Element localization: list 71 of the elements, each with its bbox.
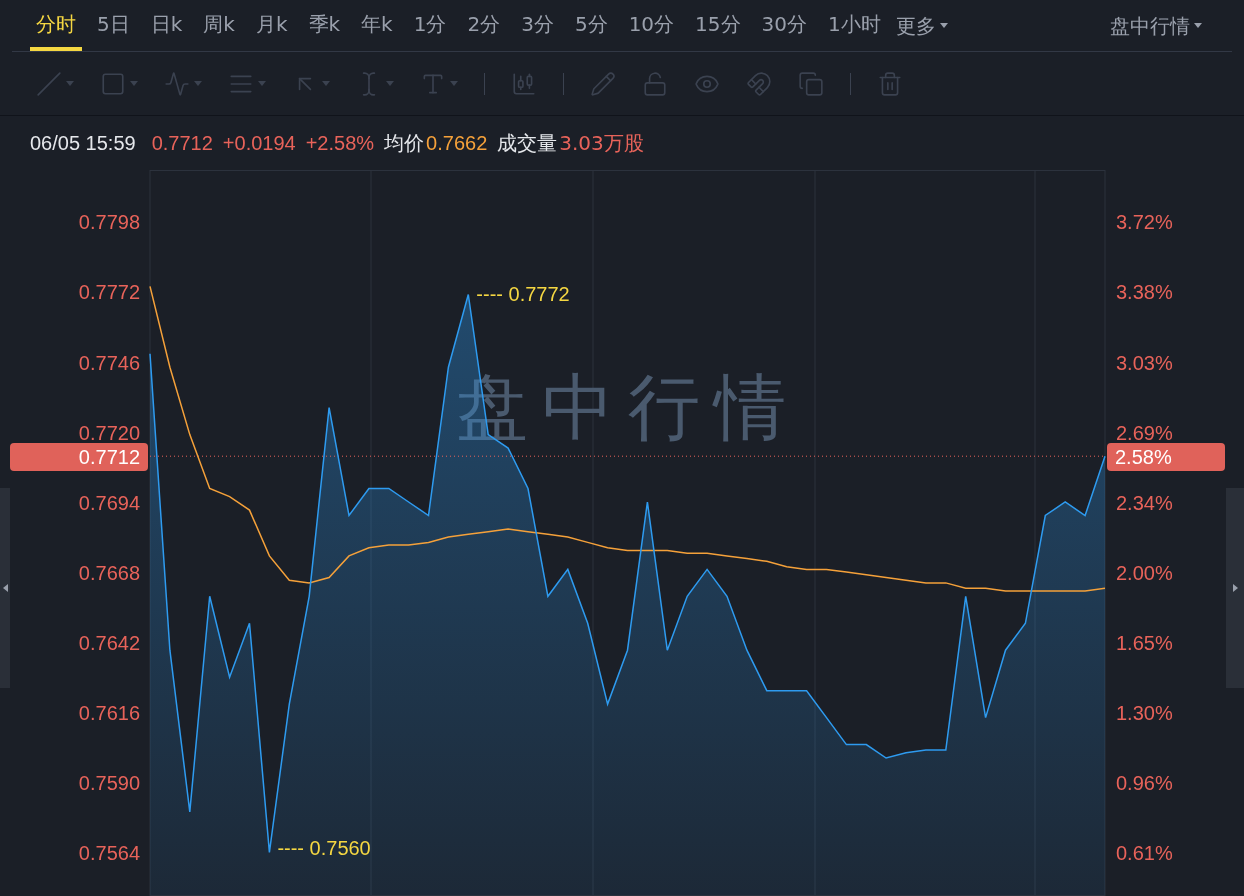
price-axis-label: 0.7720	[78, 421, 140, 444]
line-tool-icon[interactable]	[36, 70, 62, 97]
candlestick-icon[interactable]	[511, 70, 537, 97]
period-tab[interactable]: 1分	[407, 0, 453, 51]
period-tab[interactable]: 10分	[622, 0, 681, 51]
price-axis-label: 0.7642	[78, 631, 140, 654]
price-axis-label: 0.7694	[78, 491, 140, 514]
period-tab[interactable]: 30分	[755, 0, 813, 51]
quote-change: +0.0194	[222, 131, 296, 156]
period-tab[interactable]: 年k	[355, 0, 399, 51]
price-axis-label: 0.7746	[78, 351, 140, 374]
price-axis-label: 0.7616	[78, 701, 140, 724]
volume-label: 成交量	[497, 130, 558, 157]
current-percent-tag: 2.58%	[1107, 443, 1225, 472]
quote-change-percent: +2.58%	[305, 131, 375, 156]
left-arrow-icon	[2, 584, 8, 592]
period-tab[interactable]: 5分	[568, 0, 614, 51]
price-axis-label: 0.7590	[78, 772, 140, 794]
average-price-value: 0.7662	[426, 131, 488, 156]
caret-icon	[322, 81, 330, 86]
pencil-icon[interactable]	[590, 70, 616, 97]
price-axis-label: 0.7564	[78, 842, 140, 865]
rectangle-icon[interactable]	[100, 70, 126, 97]
percent-axis-label: 2.34%	[1116, 491, 1173, 514]
quote-datetime: 06/05 15:59	[30, 131, 136, 156]
right-panel-handle[interactable]	[1226, 488, 1244, 688]
quote-price: 0.7712	[151, 131, 213, 156]
unlock-icon[interactable]	[642, 70, 668, 97]
caret-icon	[66, 81, 74, 86]
percent-axis-label: 3.72%	[1116, 211, 1173, 234]
caret-icon	[386, 81, 394, 86]
mode-dropdown[interactable]: 盘中行情	[1110, 10, 1202, 41]
caret-icon	[450, 81, 458, 86]
price-axis-label: 0.7798	[78, 211, 140, 234]
low-price-label: ---- 0.7560	[277, 837, 371, 860]
price-axis-label: 0.7772	[78, 281, 140, 304]
caret-icon	[939, 23, 948, 28]
zigzag-icon[interactable]	[164, 70, 190, 97]
percent-axis-label: 1.65%	[1116, 631, 1173, 654]
percent-axis-label: 2.00%	[1116, 561, 1173, 584]
percent-axis-label: 3.03%	[1116, 351, 1173, 374]
percent-axis-label: 0.96%	[1116, 772, 1173, 794]
period-tab[interactable]: 2分	[461, 0, 507, 51]
more-dropdown[interactable]: 更多	[895, 10, 948, 41]
period-tab[interactable]: 分时	[30, 0, 82, 51]
average-price-label: 均价	[384, 130, 425, 157]
period-tab[interactable]: 日k	[144, 0, 189, 51]
percent-axis-label: 3.38%	[1116, 281, 1173, 304]
period-tab[interactable]: 周k	[197, 0, 241, 51]
price-axis-label: 0.7668	[78, 561, 140, 584]
period-tab[interactable]: 月k	[249, 0, 294, 51]
percent-axis-label: 0.61%	[1116, 842, 1173, 865]
volume-value: 3.03万股	[559, 130, 644, 157]
period-tab[interactable]: 15分	[689, 0, 747, 51]
caret-icon	[130, 81, 138, 86]
caret-icon	[258, 81, 266, 86]
caret-icon	[1194, 23, 1202, 28]
magnet-icon[interactable]	[746, 70, 772, 97]
period-tab[interactable]: 1小时	[822, 0, 887, 51]
period-tab[interactable]: 3分	[515, 0, 560, 51]
high-price-label: ---- 0.7772	[476, 283, 570, 306]
period-tab[interactable]: 季k	[302, 0, 347, 51]
left-panel-handle[interactable]	[0, 488, 10, 688]
percent-axis-label: 1.30%	[1116, 701, 1173, 724]
right-arrow-icon	[1232, 584, 1238, 592]
caret-icon	[194, 81, 202, 86]
percent-axis-label: 2.69%	[1116, 421, 1173, 444]
trash-icon[interactable]	[877, 70, 903, 97]
current-price-tag: 0.7712	[10, 443, 148, 472]
copy-icon[interactable]	[798, 70, 824, 97]
period-tab[interactable]: 5日	[91, 0, 136, 51]
